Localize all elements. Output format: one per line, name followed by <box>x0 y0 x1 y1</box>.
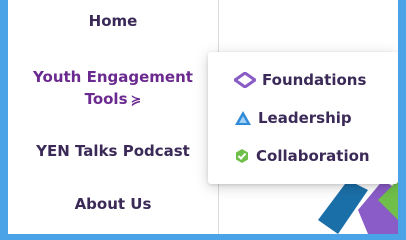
nav-youth-tools-label-word: Tools <box>84 90 128 108</box>
nav-podcast-label: YEN Talks Podcast <box>36 142 190 160</box>
nav-about-us[interactable]: About Us <box>8 193 218 215</box>
nav-youth-engagement-tools[interactable]: Youth Engagement Tools ≽ <box>8 66 218 112</box>
triangle-icon <box>235 111 251 125</box>
menu-item-leadership-label: Leadership <box>258 109 352 127</box>
nav-youth-tools-label-line2: Tools ≽ <box>8 88 218 112</box>
nav-yen-talks-podcast[interactable]: YEN Talks Podcast <box>8 140 218 162</box>
sidebar-nav: Home Youth Engagement Tools ≽ YEN Talks P… <box>8 0 219 234</box>
nav-youth-tools-label-line1: Youth Engagement <box>33 68 193 86</box>
nav-home[interactable]: Home <box>8 10 218 32</box>
menu-item-foundations-label: Foundations <box>262 71 367 89</box>
menu-item-collaboration-label: Collaboration <box>256 147 370 165</box>
menu-item-leadership[interactable]: Leadership <box>234 106 352 130</box>
menu-item-foundations[interactable]: Foundations <box>234 68 366 92</box>
menu-item-collaboration[interactable]: Collaboration <box>234 144 370 168</box>
hexagon-check-icon <box>236 149 248 163</box>
browser-viewport: Home Youth Engagement Tools ≽ YEN Talks P… <box>8 0 398 234</box>
nav-home-label: Home <box>88 12 138 30</box>
youth-tools-dropdown-menu: Foundations Leadership Collaboration <box>208 52 398 184</box>
chevron-down-icon: ≽ <box>130 93 142 108</box>
nav-about-label: About Us <box>74 195 152 213</box>
diamond-icon <box>234 72 256 88</box>
